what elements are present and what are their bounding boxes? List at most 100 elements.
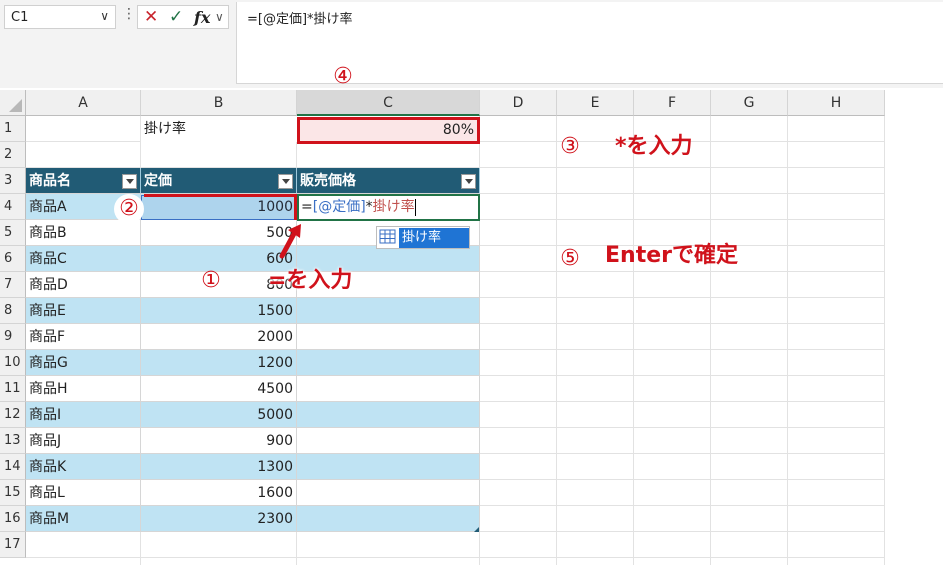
table-cell-sale-price[interactable] — [297, 454, 480, 480]
row-header[interactable]: 7 — [0, 272, 26, 298]
row-header[interactable]: 10 — [0, 350, 26, 376]
table-cell-name[interactable]: 商品B — [26, 220, 141, 246]
step-1-label: =を入力 — [268, 268, 353, 293]
col-header-b[interactable]: B — [141, 90, 297, 116]
col-header-h[interactable]: H — [788, 90, 885, 116]
table-cell-sale-price[interactable] — [297, 506, 480, 532]
table-cell-sale-price[interactable] — [297, 376, 480, 402]
select-all-corner[interactable] — [0, 90, 26, 116]
table-cell-price[interactable]: 2000 — [141, 324, 297, 350]
step-5-label: Enterで確定 — [605, 243, 738, 268]
insert-function-icon[interactable]: fx — [194, 8, 210, 27]
step-5-number: ⑤ — [560, 246, 580, 271]
table-cell-price[interactable]: 4500 — [141, 376, 297, 402]
autocomplete-item[interactable]: 掛け率 — [399, 228, 469, 248]
name-box[interactable]: C1 ∨ — [4, 5, 116, 29]
table-cell-name[interactable]: 商品F — [26, 324, 141, 350]
step-1-number: ① — [201, 268, 221, 293]
table-cell-price[interactable]: 1200 — [141, 350, 297, 376]
chevron-down-icon[interactable]: ∨ — [100, 9, 109, 23]
autocomplete-list: 掛け率 — [376, 226, 470, 249]
col-header-e[interactable]: E — [557, 90, 634, 116]
row-header[interactable]: 8 — [0, 298, 26, 324]
formula-ref: [@定価] — [312, 199, 366, 215]
table-cell-price[interactable]: 5000 — [141, 402, 297, 428]
table-cell-price[interactable]: 2300 — [141, 506, 297, 532]
table-cell-price[interactable]: 1500 — [141, 298, 297, 324]
step-3-number: ③ — [560, 134, 580, 159]
col-header-g[interactable]: G — [711, 90, 788, 116]
formula-buttons: ✕ ✓ fx ∨ — [137, 5, 229, 29]
table-cell-price[interactable]: 500 — [141, 220, 297, 246]
enter-icon[interactable]: ✓ — [169, 7, 183, 27]
grid-vline — [787, 116, 788, 565]
row-header[interactable]: 5 — [0, 220, 26, 246]
row-header[interactable]: 16 — [0, 506, 26, 532]
table-cell-name[interactable]: 商品H — [26, 376, 141, 402]
row-header[interactable]: 12 — [0, 402, 26, 428]
table-cell-price[interactable]: 1600 — [141, 480, 297, 506]
table-cell-name[interactable]: 商品L — [26, 480, 141, 506]
table-cell-sale-price[interactable] — [297, 480, 480, 506]
table-icon — [379, 229, 399, 246]
table-cell-name[interactable]: 商品M — [26, 506, 141, 532]
row-header[interactable]: 6 — [0, 246, 26, 272]
highlight-frame-b4 — [144, 194, 297, 220]
table-header-label: 定価 — [144, 173, 172, 189]
table-resize-handle[interactable] — [474, 527, 479, 532]
table-cell-name[interactable]: 商品E — [26, 298, 141, 324]
table-cell-name[interactable]: 商品D — [26, 272, 141, 298]
grid-vline — [710, 116, 711, 565]
cell-c1[interactable]: 80% — [297, 117, 480, 144]
table-header-price[interactable]: 定価 — [141, 168, 297, 194]
formula-name: 掛け率 — [372, 199, 415, 215]
step-3-label: *を入力 — [615, 134, 693, 159]
table-cell-price[interactable]: 900 — [141, 428, 297, 454]
table-cell-sale-price[interactable] — [297, 324, 480, 350]
text-cursor — [414, 198, 416, 216]
step-4-number: ④ — [333, 64, 353, 89]
table-cell-price[interactable]: 1300 — [141, 454, 297, 480]
col-header-d[interactable]: D — [480, 90, 557, 116]
editing-cell-c4[interactable]: =[@定価]*掛け率 — [297, 194, 480, 221]
row-header[interactable]: 13 — [0, 428, 26, 454]
table-cell-name[interactable]: 商品I — [26, 402, 141, 428]
row-header[interactable]: 3 — [0, 168, 26, 194]
col-header-c[interactable]: C — [297, 90, 480, 116]
table-header-name[interactable]: 商品名 — [26, 168, 141, 194]
step-2-number: ② — [114, 194, 144, 224]
table-header-label: 販売価格 — [300, 173, 356, 189]
table-header-label: 商品名 — [29, 173, 71, 189]
table-cell-sale-price[interactable] — [297, 428, 480, 454]
table-cell-name[interactable]: 商品J — [26, 428, 141, 454]
row-header[interactable]: 17 — [0, 532, 26, 558]
row-header[interactable]: 1 — [0, 116, 26, 142]
filter-dropdown-icon[interactable] — [461, 174, 476, 189]
row-header[interactable]: 2 — [0, 142, 26, 168]
name-box-value: C1 — [11, 10, 29, 25]
cancel-icon[interactable]: ✕ — [144, 7, 158, 27]
table-cell-name[interactable]: 商品G — [26, 350, 141, 376]
formula-op: * — [365, 199, 373, 215]
cell-b1[interactable]: 掛け率 — [141, 116, 297, 142]
row-header[interactable]: 11 — [0, 376, 26, 402]
table-cell-sale-price[interactable] — [297, 298, 480, 324]
row-header[interactable]: 4 — [0, 194, 26, 220]
col-header-f[interactable]: F — [634, 90, 711, 116]
table-cell-name[interactable]: 商品C — [26, 246, 141, 272]
row-header[interactable]: 15 — [0, 480, 26, 506]
table-header-sale-price[interactable]: 販売価格 — [297, 168, 480, 194]
filter-dropdown-icon[interactable] — [122, 174, 137, 189]
grid-vline — [633, 116, 634, 565]
arrow-icon — [279, 224, 301, 259]
table-cell-sale-price[interactable] — [297, 402, 480, 428]
filter-dropdown-icon[interactable] — [278, 174, 293, 189]
grid-vline — [884, 116, 885, 565]
row-header[interactable]: 14 — [0, 454, 26, 480]
col-header-a[interactable]: A — [26, 90, 141, 116]
chevron-down-icon[interactable]: ∨ — [215, 10, 224, 24]
more-options-icon[interactable]: ⋮ — [122, 6, 136, 28]
row-header[interactable]: 9 — [0, 324, 26, 350]
table-cell-sale-price[interactable] — [297, 350, 480, 376]
table-cell-name[interactable]: 商品K — [26, 454, 141, 480]
